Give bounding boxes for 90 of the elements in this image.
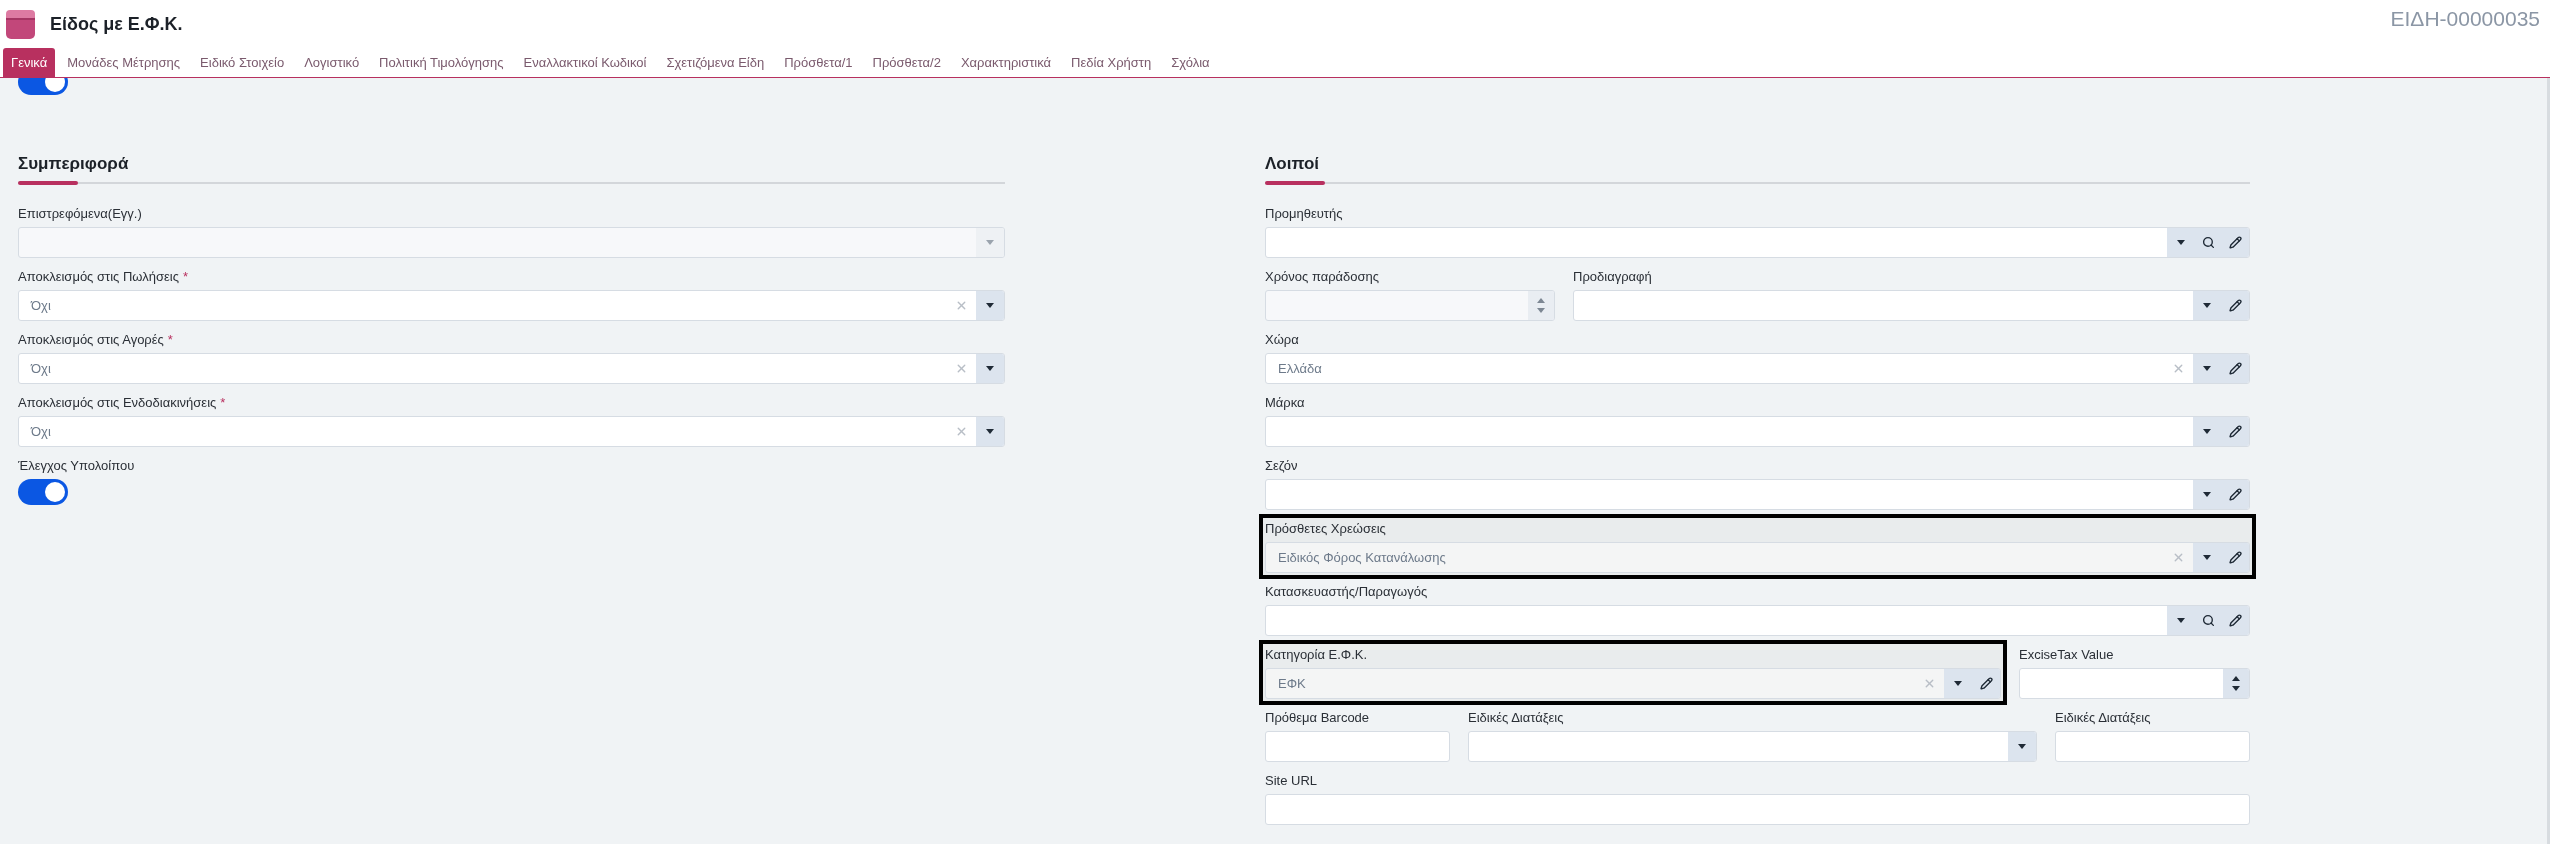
required-mark: * [167, 331, 173, 350]
tab[interactable]: Πρόσθετα/1 [776, 48, 861, 77]
select-field[interactable]: ΕΦΚ [1265, 668, 2001, 699]
caret-icon [986, 429, 994, 434]
text-field[interactable] [1265, 794, 2250, 825]
tab[interactable]: Χαρακτηριστικά [952, 48, 1060, 77]
field-label: Έλεγχος Υπολοίπου [18, 457, 135, 476]
package-icon [5, 8, 36, 40]
caret-icon [986, 366, 994, 371]
caret-icon [2203, 303, 2211, 308]
tab[interactable]: Γενικά [3, 48, 56, 77]
field-label: Χρόνος παράδοσης [1265, 268, 1380, 287]
tab[interactable]: Πολιτική Τιμολόγησης [371, 48, 512, 77]
caret-icon [2177, 618, 2185, 623]
field-value: Όχι [31, 359, 51, 378]
field-label: Κατηγορία Ε.Φ.Κ. [1265, 646, 1368, 665]
search-icon [2201, 236, 2215, 249]
tab[interactable]: Ειδικό Στοιχείο [192, 48, 293, 77]
tab[interactable]: Σχόλια [1163, 48, 1218, 77]
pencil-icon [2228, 551, 2242, 564]
field-label: Αποκλεισμός στις Ενδοδιακινήσεις [18, 394, 217, 413]
field-label: Επιστρεφόμενα(Εγγ.) [18, 205, 142, 224]
pencil-icon [2228, 488, 2242, 501]
caret-icon [2018, 744, 2026, 749]
field-label: Αποκλεισμός στις Αγορές [18, 331, 164, 350]
select-field[interactable]: Όχι [18, 290, 1005, 321]
caret-icon [2203, 429, 2211, 434]
caret-icon [2203, 366, 2211, 371]
caret-icon [986, 303, 994, 308]
field-value: ΕΦΚ [1278, 674, 1306, 693]
search-icon [2201, 614, 2215, 627]
section-title: Συμπεριφορά [18, 153, 130, 175]
select-field[interactable] [1265, 605, 2250, 636]
select-field[interactable]: Όχι [18, 353, 1005, 384]
select-field[interactable] [1573, 290, 2250, 321]
select-field[interactable] [1468, 731, 2037, 762]
tab[interactable]: Λογιστικό [296, 48, 368, 77]
field-label: Προδιαγραφή [1573, 268, 1652, 287]
select-field[interactable] [1265, 416, 2250, 447]
caret-icon [2203, 492, 2211, 497]
field-label: Site URL [1265, 772, 1318, 791]
field-label: Αποκλεισμός στις Πωλήσεις [18, 268, 179, 287]
field-value: Ελλάδα [1278, 359, 1322, 378]
field-label: Χώρα [1265, 331, 1299, 350]
field-label: Προμηθευτής [1265, 205, 1343, 224]
field-label: ExciseTax Value [2019, 646, 2114, 665]
field-label: Ειδικές Διατάξεις [1468, 709, 1564, 728]
pencil-icon [2228, 362, 2242, 375]
field-value: Ειδικός Φόρος Κατανάλωσης [1278, 548, 1446, 567]
caret-icon [1954, 681, 1962, 686]
select-field[interactable]: Ειδικός Φόρος Κατανάλωσης [1265, 542, 2250, 573]
field-value: Όχι [31, 296, 51, 315]
pencil-icon [2228, 299, 2242, 312]
toggle-switch[interactable] [18, 479, 68, 505]
pencil-icon [2228, 614, 2242, 627]
tab[interactable]: Πρόσθετα/2 [864, 48, 949, 77]
field-label: Κατασκευαστής/Παραγωγός [1265, 583, 1428, 602]
tab[interactable]: Εναλλακτικοί Κωδικοί [515, 48, 655, 77]
record-code: ΕΙΔΗ-00000035 [2390, 6, 2540, 33]
up-arrow-icon [2232, 676, 2240, 681]
tab[interactable]: Μονάδες Μέτρησης [59, 48, 189, 77]
caret-icon [2177, 240, 2185, 245]
select-field[interactable]: Ελλάδα [1265, 353, 2250, 384]
required-mark: * [182, 268, 188, 287]
select-field[interactable]: Όχι [18, 416, 1005, 447]
down-arrow-icon [1537, 308, 1545, 313]
field-label: Μάρκα [1265, 394, 1305, 413]
text-field[interactable] [1265, 731, 1450, 762]
page-title: Είδος με Ε.Φ.Κ. [50, 12, 183, 36]
pencil-icon [2228, 425, 2242, 438]
select-field[interactable] [1265, 227, 2250, 258]
caret-icon [2203, 555, 2211, 560]
down-arrow-icon [2232, 686, 2240, 691]
spinner-button[interactable] [2223, 669, 2249, 698]
field-label: Πρόσθετες Χρεώσεις [1265, 520, 1386, 539]
caret-icon [986, 240, 994, 245]
tab[interactable]: Πεδία Χρήστη [1063, 48, 1160, 77]
text-field[interactable] [2055, 731, 2250, 762]
pencil-icon [1979, 677, 1993, 690]
tab[interactable]: Σχετιζόμενα Είδη [658, 48, 773, 77]
field-label: Σεζόν [1265, 457, 1298, 476]
number-field[interactable] [2019, 668, 2250, 699]
field-label: Πρόθεμα Barcode [1265, 709, 1370, 728]
section-title: Λοιποί [1265, 153, 1321, 175]
select-field[interactable] [1265, 479, 2250, 510]
required-mark: * [220, 394, 226, 413]
pencil-icon [2228, 236, 2242, 249]
field-label: Ειδικές Διατάξεις [2055, 709, 2151, 728]
field-value: Όχι [31, 422, 51, 441]
up-arrow-icon [1537, 298, 1545, 303]
